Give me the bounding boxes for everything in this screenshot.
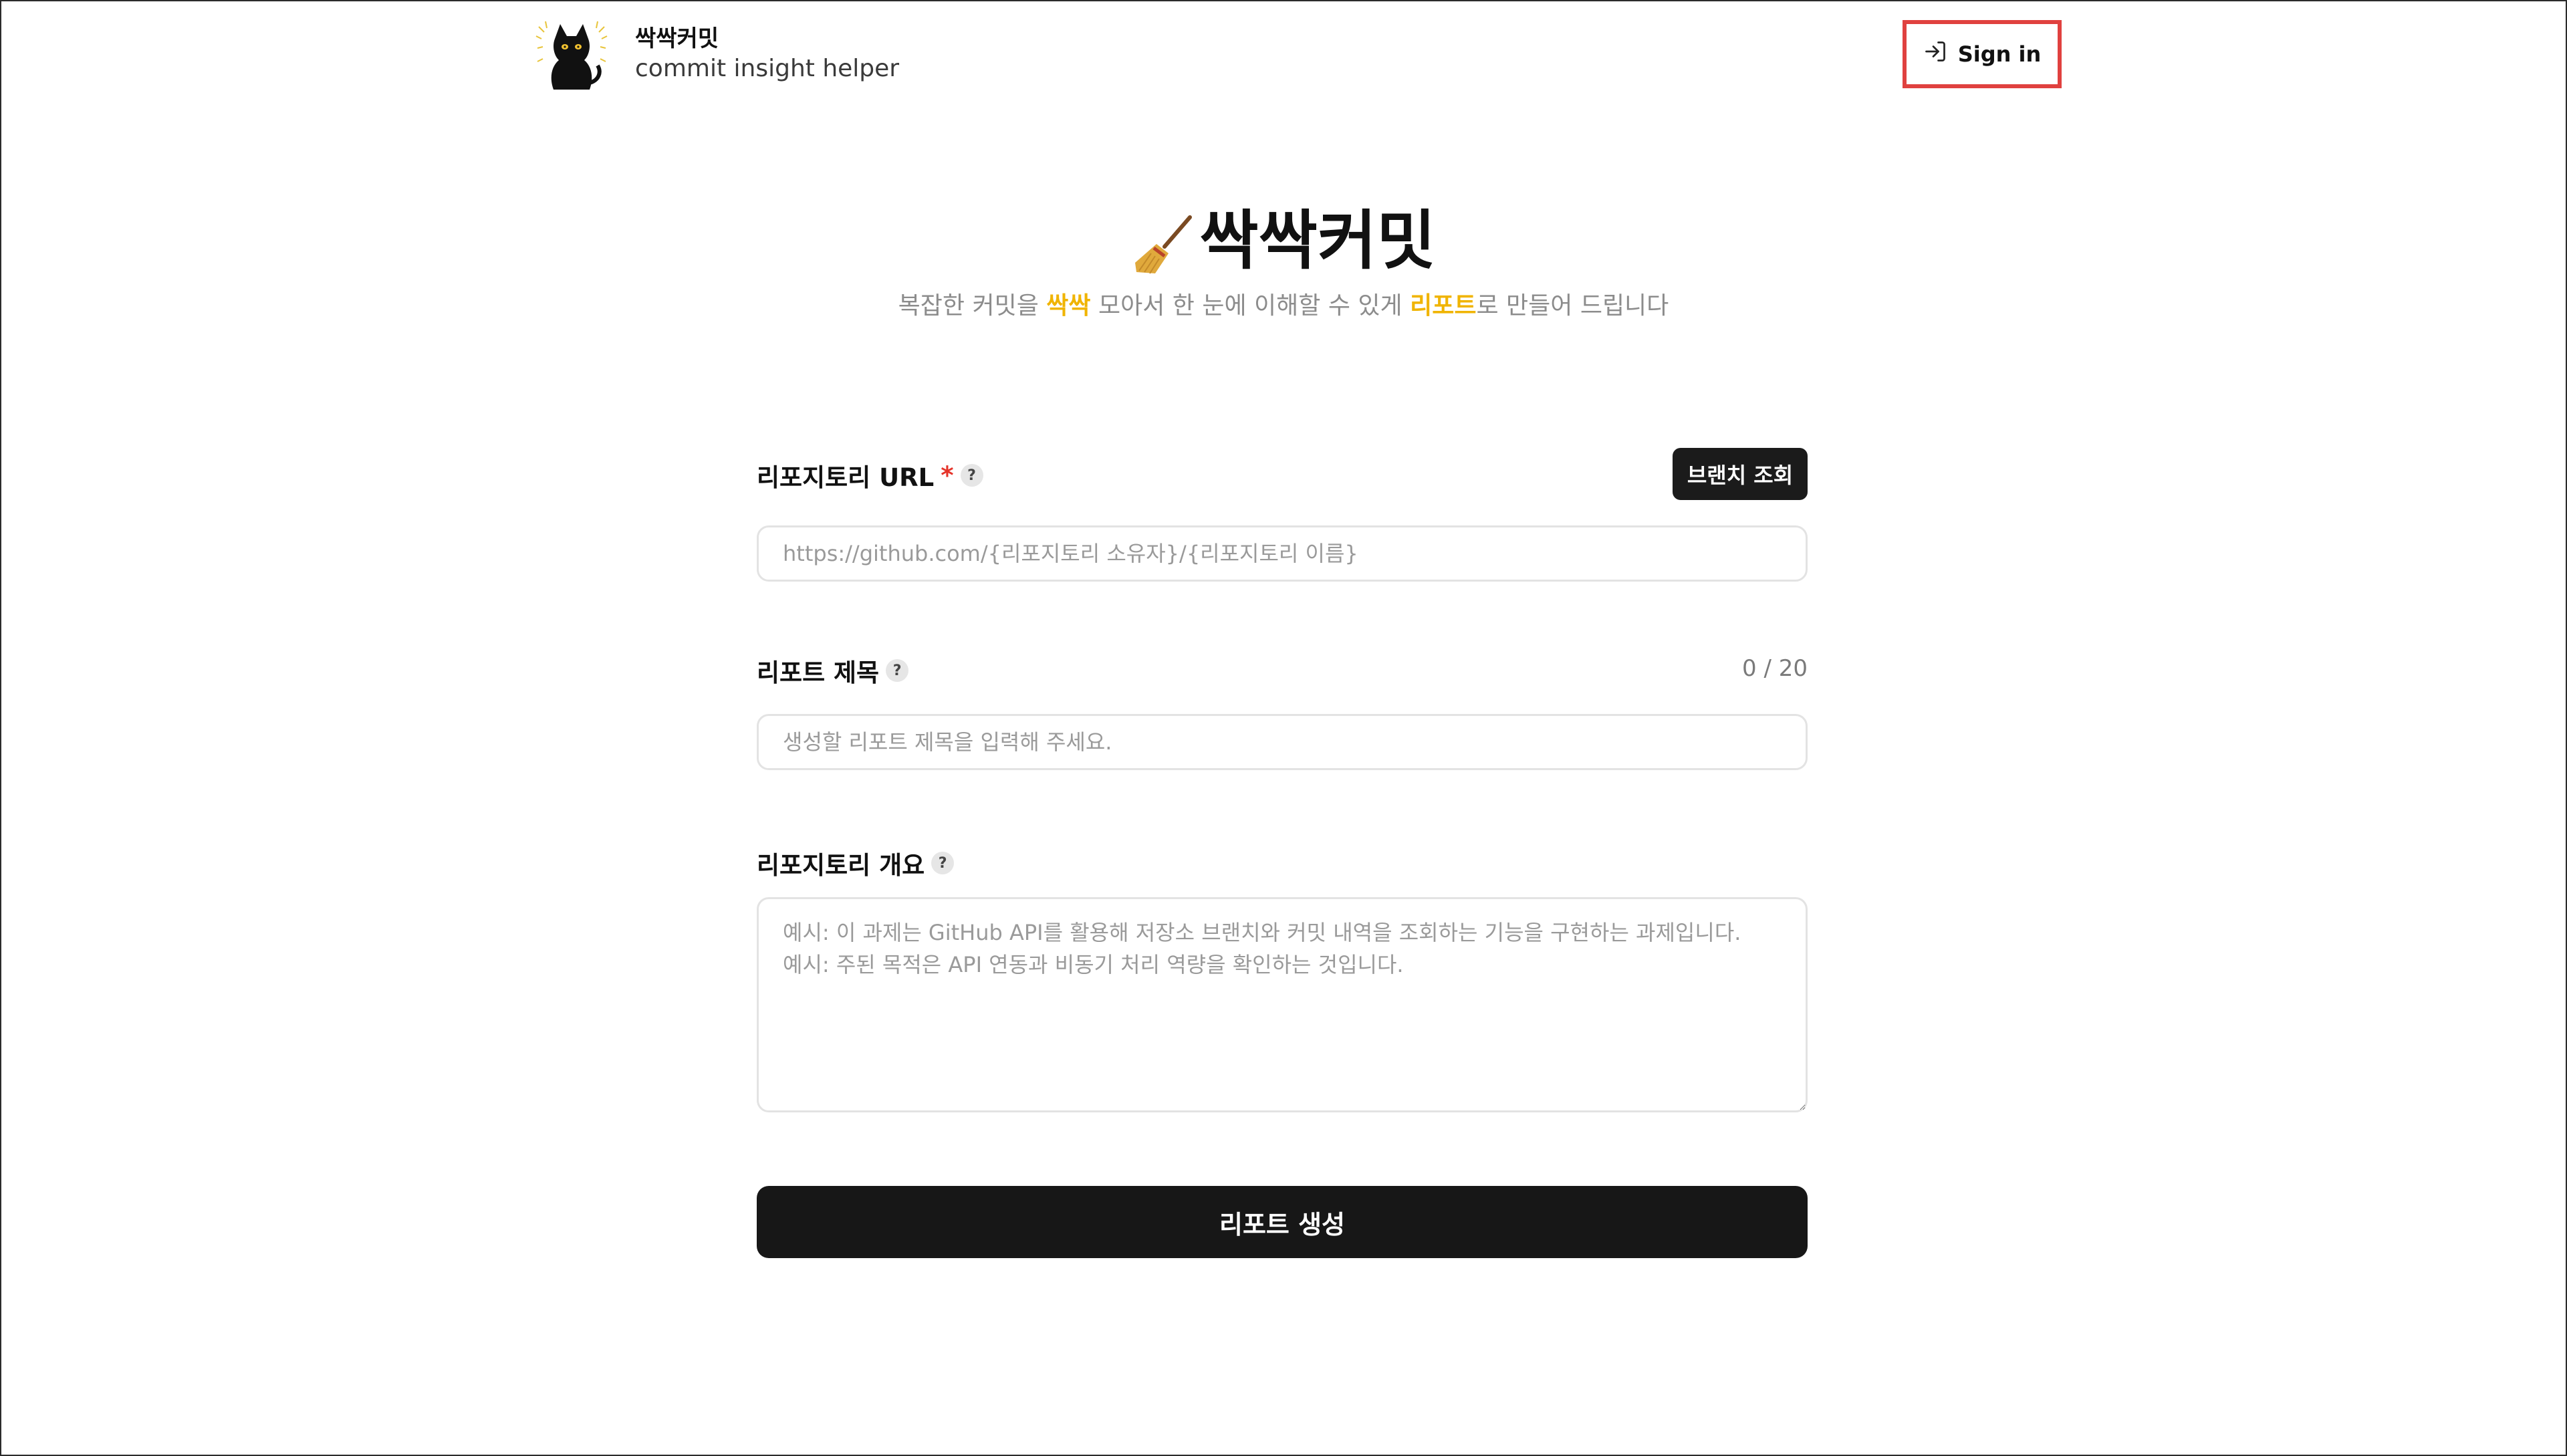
help-icon[interactable]: ? <box>960 464 983 487</box>
hero-subtitle: 복잡한 커밋을 싹싹 모아서 한 눈에 이해할 수 있게 리포트로 만들어 드립… <box>0 286 2567 321</box>
sign-in-label: Sign in <box>1957 41 2042 67</box>
repo-overview-label: 리포지토리 개요 ? <box>757 845 955 881</box>
repo-url-label-text: 리포지토리 URL <box>757 463 935 492</box>
branch-lookup-button[interactable]: 브랜치 조회 <box>1673 448 1808 500</box>
hero-subtitle-text: 모아서 한 눈에 이해할 수 있게 <box>1090 292 1411 320</box>
help-icon[interactable]: ? <box>886 659 909 682</box>
brand-subtitle: commit insight helper <box>635 55 900 82</box>
hero-highlight-ssakssak: 싹싹 <box>1046 292 1091 320</box>
broom-icon <box>1131 213 1195 277</box>
repo-url-input[interactable] <box>757 525 1808 582</box>
generate-report-button[interactable]: 리포트 생성 <box>757 1186 1808 1258</box>
black-cat-logo-icon[interactable] <box>535 19 608 92</box>
report-title-input[interactable] <box>757 714 1808 770</box>
sign-in-button[interactable]: Sign in <box>1913 29 2051 79</box>
hero-subtitle-text: 로 만들어 드립니다 <box>1476 292 1669 320</box>
char-counter: 0 / 20 <box>1742 655 1808 682</box>
repo-overview-label-text: 리포지토리 개요 <box>757 851 925 880</box>
sign-in-icon <box>1923 39 1947 69</box>
hero-title-text: 싹싹커밋 <box>1199 203 1436 278</box>
hero-highlight-report: 리포트 <box>1410 292 1477 320</box>
report-title-label-text: 리포트 제목 <box>757 658 880 687</box>
page-title: 싹싹커밋 <box>0 189 2567 281</box>
repo-overview-textarea[interactable] <box>757 897 1808 1112</box>
required-mark: * <box>941 461 954 490</box>
hero-subtitle-text: 복잡한 커밋을 <box>898 292 1047 320</box>
help-icon[interactable]: ? <box>931 852 955 874</box>
repo-url-label: 리포지토리 URL * ? <box>757 457 983 493</box>
brand-name: 싹싹커밋 <box>635 25 719 52</box>
report-title-label: 리포트 제목 ? <box>757 652 909 689</box>
